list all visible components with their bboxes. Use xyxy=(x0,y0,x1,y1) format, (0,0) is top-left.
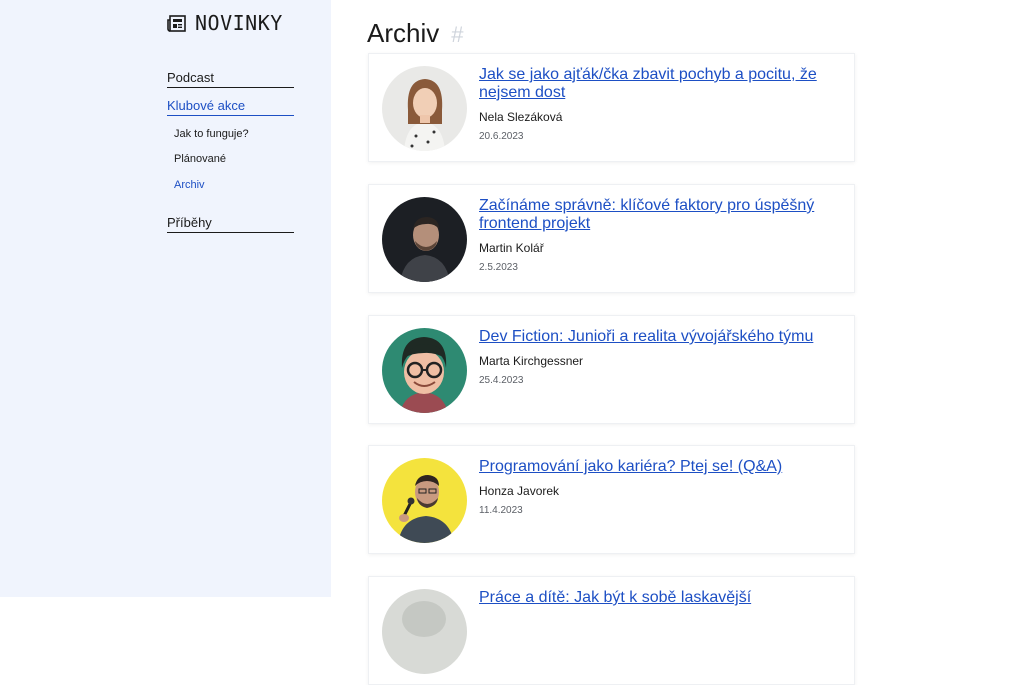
article-author: Nela Slezáková xyxy=(479,110,563,124)
article-card: Programování jako kariéra? Ptej se! (Q&A… xyxy=(368,445,855,554)
author-avatar xyxy=(382,589,467,674)
article-card: Začínáme správně: klíčové faktory pro ús… xyxy=(368,184,855,293)
brand-name: NOVINKY xyxy=(195,11,283,35)
anchor-link[interactable]: # xyxy=(451,18,463,52)
article-date: 25.4.2023 xyxy=(479,375,524,386)
nav-sub-jak-to-funguje[interactable]: Jak to funguje? xyxy=(174,127,249,141)
article-title-link[interactable]: Programování jako kariéra? Ptej se! (Q&A… xyxy=(479,458,839,476)
author-avatar xyxy=(382,66,467,151)
article-title-link[interactable]: Začínáme správně: klíčové faktory pro ús… xyxy=(479,197,839,233)
article-card: Jak se jako ajťák/čka zbavit pochyb a po… xyxy=(368,53,855,162)
article-date: 2.5.2023 xyxy=(479,262,518,273)
article-title-link[interactable]: Dev Fiction: Junioři a realita vývojářsk… xyxy=(479,328,839,346)
article-card: Dev Fiction: Junioři a realita vývojářsk… xyxy=(368,315,855,424)
nav-sub-planovane[interactable]: Plánované xyxy=(174,152,226,166)
nav-podcast[interactable]: Podcast xyxy=(167,70,294,88)
article-date: 11.4.2023 xyxy=(479,505,523,516)
brand-link[interactable]: NOVINKY xyxy=(167,11,283,35)
article-title-link[interactable]: Jak se jako ajťák/čka zbavit pochyb a po… xyxy=(479,66,839,102)
page-title-text: Archiv xyxy=(367,18,440,48)
nav-pribehy[interactable]: Příběhy xyxy=(167,215,294,233)
author-avatar xyxy=(382,197,467,282)
author-avatar xyxy=(382,458,467,543)
article-author: Marta Kirchgessner xyxy=(479,354,584,368)
nav-sub-archiv[interactable]: Archiv xyxy=(174,178,205,192)
sidebar: NOVINKY Podcast Klubové akce Jak to fung… xyxy=(0,0,331,597)
article-author: Honza Javorek xyxy=(479,484,560,498)
article-date: 20.6.2023 xyxy=(479,131,524,142)
newspaper-icon xyxy=(167,14,186,32)
article-title-link[interactable]: Práce a dítě: Jak být k sobě laskavější xyxy=(479,589,839,607)
article-author: Martin Kolář xyxy=(479,241,544,255)
page-title: Archiv # xyxy=(367,16,464,52)
author-avatar xyxy=(382,328,467,413)
article-card: Práce a dítě: Jak být k sobě laskavější xyxy=(368,576,855,685)
nav-klubove-akce[interactable]: Klubové akce xyxy=(167,98,294,116)
